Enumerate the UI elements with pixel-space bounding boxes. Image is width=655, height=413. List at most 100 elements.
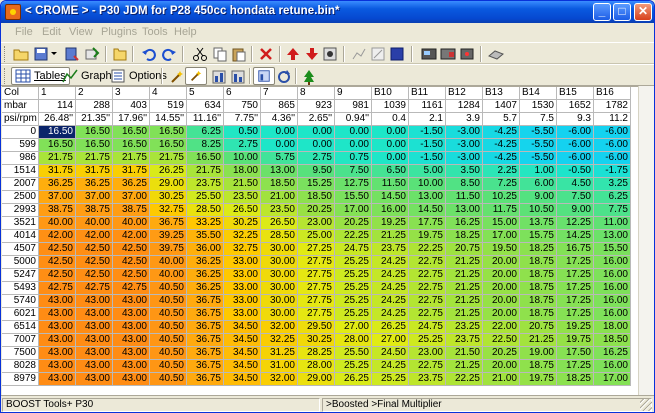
table-cell[interactable]: 8.25 (187, 139, 224, 152)
table-cell[interactable]: 23.75 (446, 334, 483, 347)
table-cell[interactable]: 0.00 (372, 139, 409, 152)
table-cell[interactable]: -0.50 (557, 165, 594, 178)
table-cell[interactable]: 30.00 (261, 243, 298, 256)
table-cell[interactable]: 33.25 (187, 217, 224, 230)
table-cell[interactable]: 36.25 (39, 178, 76, 191)
table-cell[interactable]: 20.00 (483, 295, 520, 308)
table-cell[interactable]: -5.50 (520, 152, 557, 165)
table-cell[interactable]: 36.00 (187, 243, 224, 256)
table-cell[interactable]: 15.00 (483, 217, 520, 230)
table-cell[interactable]: 21.50 (446, 347, 483, 360)
table-cell[interactable]: 42.75 (113, 282, 150, 295)
table-cell[interactable]: 29.00 (150, 178, 187, 191)
redo-icon[interactable] (161, 46, 177, 62)
table-cell[interactable]: 36.75 (187, 360, 224, 373)
table-cell[interactable]: 17.25 (557, 256, 594, 269)
table-cell[interactable]: -6.00 (557, 139, 594, 152)
table-cell[interactable]: 16.00 (594, 295, 631, 308)
table-cell[interactable]: -6.00 (594, 126, 631, 139)
cut-icon[interactable] (192, 46, 208, 62)
table-cell[interactable]: 13.00 (261, 165, 298, 178)
table-cell[interactable]: 10.25 (483, 191, 520, 204)
table-cell[interactable]: 27.75 (298, 282, 335, 295)
toolbar-grip[interactable] (4, 68, 7, 84)
table-cell[interactable]: 16.50 (150, 139, 187, 152)
table-cell[interactable]: 36.75 (187, 334, 224, 347)
table-cell[interactable]: 22.25 (335, 230, 372, 243)
table-cell[interactable]: 4.50 (557, 178, 594, 191)
table-cell[interactable]: 19.00 (520, 347, 557, 360)
table-cell[interactable]: -1.50 (409, 139, 446, 152)
table-cell[interactable]: 37.00 (76, 191, 113, 204)
table-cell[interactable]: 3.50 (446, 165, 483, 178)
table-cell[interactable]: 32.75 (150, 204, 187, 217)
table-cell[interactable]: 24.75 (409, 321, 446, 334)
table-cell[interactable]: 31.00 (261, 360, 298, 373)
table-cell[interactable]: 21.25 (446, 269, 483, 282)
table-cell[interactable]: 40.50 (150, 321, 187, 334)
table-cell[interactable]: 38.75 (76, 204, 113, 217)
table-cell[interactable]: 33.00 (224, 308, 261, 321)
table-cell[interactable]: 25.25 (335, 360, 372, 373)
table-cell[interactable]: 33.00 (224, 269, 261, 282)
table-cell[interactable]: 25.25 (335, 269, 372, 282)
table-cell[interactable]: -6.00 (594, 139, 631, 152)
table-cell[interactable]: 36.25 (113, 178, 150, 191)
table-cell[interactable]: 36.25 (187, 256, 224, 269)
table-cell[interactable]: 7.25 (483, 178, 520, 191)
table-cell[interactable]: 33.00 (224, 256, 261, 269)
table-cell[interactable]: 8.50 (446, 178, 483, 191)
table-cell[interactable]: 43.00 (76, 347, 113, 360)
table-cell[interactable]: 18.75 (520, 295, 557, 308)
table-cell[interactable]: 30.00 (261, 256, 298, 269)
table-cell[interactable]: 15.50 (594, 243, 631, 256)
table-cell[interactable]: 27.00 (335, 321, 372, 334)
table-cell[interactable]: 18.25 (557, 373, 594, 386)
table-cell[interactable]: 31.25 (261, 347, 298, 360)
table-cell[interactable]: 21.25 (446, 282, 483, 295)
vertical-scrollbar[interactable] (638, 86, 654, 395)
table-cell[interactable]: 23.50 (261, 204, 298, 217)
table-cell[interactable]: 18.75 (520, 282, 557, 295)
menu-help[interactable]: Help (174, 26, 197, 38)
table-cell[interactable]: 16.00 (594, 360, 631, 373)
table-cell[interactable]: 20.25 (335, 217, 372, 230)
table-cell[interactable]: 18.75 (520, 256, 557, 269)
table-cell[interactable]: 36.25 (187, 269, 224, 282)
table-cell[interactable]: 26.50 (261, 217, 298, 230)
table-cell[interactable]: 18.00 (594, 321, 631, 334)
table-cell[interactable]: 42.50 (39, 256, 76, 269)
table-cell[interactable]: -3.00 (446, 126, 483, 139)
table-cell[interactable]: 18.50 (594, 334, 631, 347)
table-cell[interactable]: 36.25 (187, 282, 224, 295)
table-cell[interactable]: 12.75 (335, 178, 372, 191)
datalog-icon[interactable] (421, 46, 437, 62)
table-cell[interactable]: 36.75 (150, 217, 187, 230)
table-cell[interactable]: 18.50 (261, 178, 298, 191)
table-cell[interactable]: 31.75 (113, 165, 150, 178)
table-cell[interactable]: 17.25 (557, 295, 594, 308)
table-cell[interactable]: 19.75 (520, 373, 557, 386)
table-cell[interactable]: 24.25 (372, 360, 409, 373)
toolbar-grip[interactable] (4, 46, 7, 62)
wand-icon[interactable] (169, 69, 185, 85)
table-cell[interactable]: 16.00 (372, 204, 409, 217)
table-cell[interactable]: 16.50 (187, 152, 224, 165)
graph-line-icon[interactable] (351, 46, 367, 62)
table-cell[interactable]: 42.50 (76, 256, 113, 269)
table-cell[interactable]: 31.75 (76, 165, 113, 178)
table-cell[interactable]: 42.50 (76, 269, 113, 282)
table-cell[interactable]: 26.25 (335, 373, 372, 386)
table-cell[interactable]: 25.00 (298, 230, 335, 243)
table-cell[interactable]: 40.00 (113, 217, 150, 230)
table-cell[interactable]: 1.00 (520, 165, 557, 178)
table-cell[interactable]: -4.25 (483, 139, 520, 152)
undo-icon[interactable] (141, 46, 157, 62)
table-cell[interactable]: 9.00 (557, 204, 594, 217)
table-cell[interactable]: 31.75 (39, 165, 76, 178)
table-cell[interactable]: 21.25 (446, 256, 483, 269)
table-cell[interactable]: 16.75 (557, 243, 594, 256)
table-cell[interactable]: 28.50 (261, 230, 298, 243)
table-cell[interactable]: 32.00 (261, 321, 298, 334)
table-cell[interactable]: 39.25 (150, 230, 187, 243)
